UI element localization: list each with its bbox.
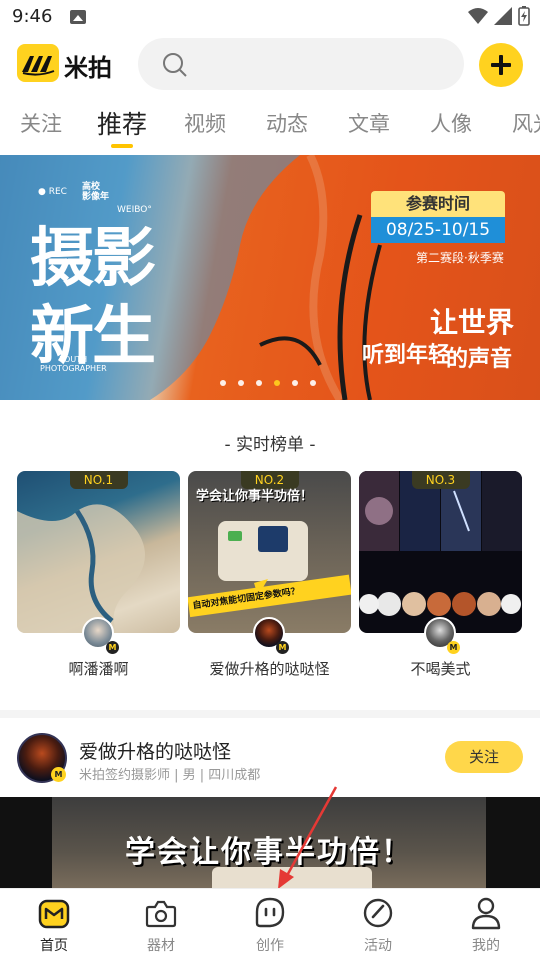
tab-follow[interactable]: 关注 [20,108,62,138]
banner-youth-line2: PHOTOGRAPHER [40,364,107,373]
feed-image-caption: 学会让你事半功倍！ [125,835,413,870]
status-time: 9:46 [12,6,53,27]
search-input[interactable] [138,38,464,90]
banner-dot-active[interactable] [274,380,280,386]
rank-name-3[interactable]: 不喝美式 [359,658,522,679]
verified-m-icon: M [447,641,460,654]
banner-org-line1: 高校 [82,182,101,192]
tab-article[interactable]: 文章 [348,108,390,138]
app-logo-icon [17,44,59,82]
rank-card-2[interactable]: NO.2 学会让你事半功倍！ 自动对焦能切固定参数吗？ [188,471,351,633]
search-icon [163,53,187,77]
nav-label: 首页 [40,938,68,954]
nav-label: 我的 [472,938,500,954]
tab-dynamic[interactable]: 动态 [266,108,308,138]
nav-home[interactable]: 首页 [14,895,94,955]
pointer-arrow-icon [278,786,338,889]
banner-badge-date: 08/25-10/15 [371,217,505,243]
tab-landscape[interactable]: 风光 [512,108,540,138]
status-icons [468,6,530,26]
banner-youth: YOUTH PHOTOGRAPHER [40,355,107,373]
banner-slogan-2: 听到年轻 [362,343,451,368]
app-name: 米拍 [64,54,112,82]
tab-recommend[interactable]: 推荐 [97,105,147,141]
banner-slogan-1: 让世界 [430,306,515,339]
rank-photo-3 [359,471,522,616]
nav-equipment[interactable]: 器材 [121,895,201,955]
verified-m-icon: M [106,641,119,654]
ranking-title: - 实时榜单 - [224,435,316,455]
nav-label: 器材 [147,938,175,954]
activity-icon [363,898,393,928]
banner-org: 高校 影像年 [82,182,109,202]
status-bar: 9:46 [0,0,540,36]
create-face-icon [255,897,285,928]
feed-author-description: 米拍签约摄影师 | 男 | 四川成都 [79,768,261,783]
banner-badge-title: 参赛时间 [371,191,505,217]
verified-m-icon: M [51,767,66,782]
bottom-nav: 首页 器材 创作 活动 我的 [0,888,540,960]
signal-icon [494,7,512,25]
rank-photo-1 [17,504,145,633]
nav-label: 活动 [364,938,392,954]
rank-name-2[interactable]: 爱做升格的哒哒怪 [188,658,351,679]
banner-org-line2: 影像年 [82,192,110,202]
tab-video[interactable]: 视频 [184,108,226,138]
banner-dot[interactable] [220,380,226,386]
home-m-icon [38,899,70,929]
banner-slogan-3: 的声音 [446,347,513,372]
rank-badge-1: NO.1 [69,471,128,489]
plus-icon [491,55,511,75]
rank-card-1[interactable]: NO.1 [17,471,180,633]
banner-dot[interactable] [292,380,298,386]
banner-pagination [220,380,316,386]
banner-dot[interactable] [310,380,316,386]
active-tab-indicator [111,144,133,148]
banner-stage: 第二赛段·秋季赛 [416,251,504,265]
verified-m-icon: M [276,641,289,654]
profile-icon [471,897,501,930]
follow-button[interactable]: 关注 [445,741,523,773]
banner-youth-line1: YOUTH [59,355,88,364]
section-divider [0,710,540,718]
rank-badge-3: NO.3 [411,471,470,489]
tab-portrait[interactable]: 人像 [430,108,472,138]
top-header: 米拍 [0,36,540,96]
banner-dot[interactable] [256,380,262,386]
banner-dot[interactable] [238,380,244,386]
add-button[interactable] [479,43,523,87]
rank-name-1[interactable]: 啊潘潘啊 [17,658,180,679]
nav-label: 创作 [256,938,284,954]
nav-create[interactable]: 创作 [230,895,310,955]
nav-activity[interactable]: 活动 [338,895,418,955]
gallery-notification-icon [70,10,86,24]
rank-overlay-top-2: 学会让你事半功倍！ [196,489,314,504]
category-tabs: 关注 推荐 视频 动态 文章 人像 风光 [0,100,540,152]
wifi-icon [468,8,488,24]
nav-profile[interactable]: 我的 [446,895,526,955]
banner-rec-label: ● REC [38,187,67,197]
battery-icon [518,6,530,26]
feed-author-name[interactable]: 爱做升格的哒哒怪 [79,737,231,764]
feed-image-content: 学会让你事半功倍！ [52,797,486,889]
camera-bag-icon [145,900,177,928]
rank-card-3[interactable]: NO.3 [359,471,522,633]
